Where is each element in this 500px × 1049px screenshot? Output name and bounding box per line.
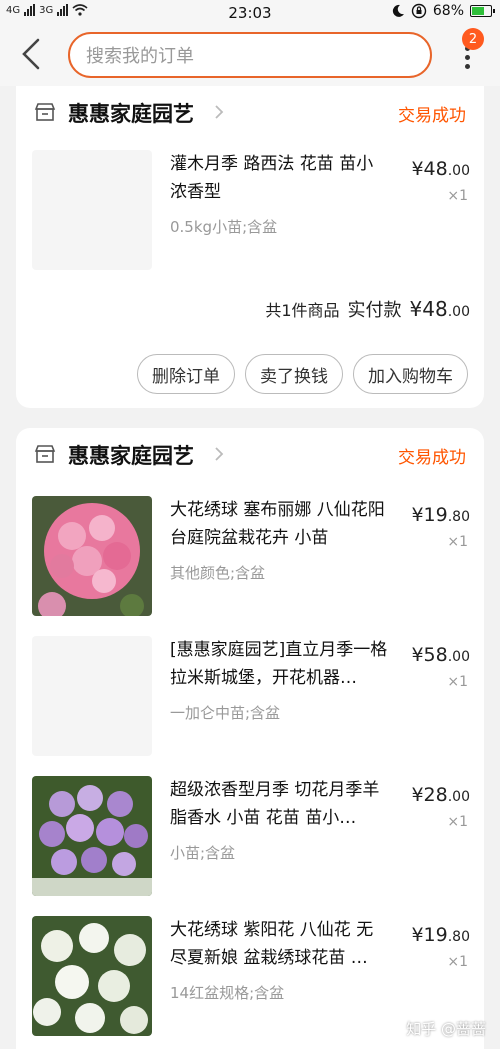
store-icon bbox=[34, 445, 56, 463]
shop-row[interactable]: 惠惠家庭园艺 交易成功 bbox=[16, 86, 484, 140]
product-thumbnail bbox=[32, 916, 152, 1036]
order-card: 惠惠家庭园艺 交易成功 灌木月季 路西法 花苗 苗小浓香型 0.5kg小苗;含盆… bbox=[16, 86, 484, 408]
product-title: 超级浓香型月季 切花月季羊脂香水 小苗 花苗 苗小… bbox=[170, 780, 380, 828]
product-spec: 小苗;含盆 bbox=[170, 844, 236, 862]
product-thumbnail bbox=[32, 636, 152, 756]
product-quantity: ×1 bbox=[447, 954, 468, 970]
product-price: ¥48.00 bbox=[411, 158, 470, 180]
order-item[interactable]: 灌木月季 路西法 花苗 苗小浓香型 0.5kg小苗;含盆 ¥48.00 ×1 bbox=[16, 150, 484, 272]
store-icon bbox=[34, 103, 56, 121]
order-item[interactable]: 大花绣球 塞布丽娜 八仙花阳台庭院盆栽花卉 小苗 其他颜色;含盆 ¥19.80 … bbox=[16, 496, 484, 618]
product-quantity: ×1 bbox=[447, 188, 468, 204]
search-input[interactable]: 搜索我的订单 bbox=[68, 32, 432, 78]
product-price: ¥58.00 bbox=[411, 644, 470, 666]
product-title: [惠惠家庭园艺]直立月季一格拉米斯城堡，开花机器… bbox=[170, 640, 388, 688]
paid-label: 实付款 bbox=[347, 300, 402, 321]
shop-name: 惠惠家庭园艺 bbox=[68, 444, 194, 468]
watermark: 知乎 @蔷蔷 bbox=[406, 1020, 486, 1038]
order-item[interactable]: 超级浓香型月季 切花月季羊脂香水 小苗 花苗 苗小… 小苗;含盆 ¥28.00 … bbox=[16, 776, 484, 898]
item-count: 共1件商品 bbox=[265, 301, 340, 320]
product-title: 大花绣球 紫阳花 八仙花 无尽夏新娘 盆栽绣球花苗 … bbox=[170, 920, 374, 968]
shop-row[interactable]: 惠惠家庭园艺 交易成功 bbox=[16, 428, 484, 482]
status-right: 68% bbox=[391, 3, 495, 19]
order-item[interactable]: [惠惠家庭园艺]直立月季一格拉米斯城堡，开花机器… 一加仑中苗;含盆 ¥58.0… bbox=[16, 636, 484, 758]
product-price: ¥28.00 bbox=[411, 784, 470, 806]
product-thumbnail bbox=[32, 776, 152, 896]
shop-name: 惠惠家庭园艺 bbox=[68, 102, 194, 126]
back-arrow-icon[interactable] bbox=[16, 36, 46, 72]
product-quantity: ×1 bbox=[447, 534, 468, 550]
product-price: ¥19.80 bbox=[411, 924, 470, 946]
order-actions: 删除订单 卖了换钱 加入购物车 bbox=[137, 354, 468, 394]
product-spec: 14红盆规格;含盆 bbox=[170, 984, 285, 1002]
product-spec: 0.5kg小苗;含盆 bbox=[170, 218, 278, 236]
product-quantity: ×1 bbox=[447, 674, 468, 690]
moon-icon bbox=[392, 4, 404, 17]
product-spec: 其他颜色;含盆 bbox=[170, 564, 266, 582]
search-placeholder: 搜索我的订单 bbox=[86, 46, 194, 67]
paid-amount: ¥48.00 bbox=[409, 297, 470, 321]
notification-badge: 2 bbox=[462, 28, 484, 50]
product-spec: 一加仑中苗;含盆 bbox=[170, 704, 281, 722]
order-status: 交易成功 bbox=[398, 106, 466, 126]
app-header: 搜索我的订单 2 bbox=[0, 26, 500, 86]
chevron-right-icon bbox=[215, 105, 224, 119]
status-bar: 4G 3G 23:03 68% bbox=[0, 0, 500, 26]
order-status: 交易成功 bbox=[398, 448, 466, 468]
delete-order-button[interactable]: 删除订单 bbox=[137, 354, 235, 394]
battery-percent: 68% bbox=[432, 3, 464, 19]
product-price: ¥19.80 bbox=[411, 504, 470, 526]
product-thumbnail bbox=[32, 496, 152, 616]
resell-button[interactable]: 卖了换钱 bbox=[245, 354, 343, 394]
add-to-cart-button[interactable]: 加入购物车 bbox=[353, 354, 468, 394]
product-thumbnail bbox=[32, 150, 152, 270]
chevron-right-icon bbox=[215, 447, 224, 461]
order-summary: 共1件商品 实付款 ¥48.00 bbox=[265, 296, 470, 322]
lock-rotation-icon bbox=[411, 3, 427, 19]
product-title: 灌木月季 路西法 花苗 苗小浓香型 bbox=[170, 154, 374, 202]
product-title: 大花绣球 塞布丽娜 八仙花阳台庭院盆栽花卉 小苗 bbox=[170, 500, 385, 548]
battery-icon bbox=[470, 5, 495, 17]
product-quantity: ×1 bbox=[447, 814, 468, 830]
order-card: 惠惠家庭园艺 交易成功 大花绣球 塞布丽娜 八仙花阳台庭院盆栽花卉 小苗 其他颜… bbox=[16, 428, 484, 1049]
